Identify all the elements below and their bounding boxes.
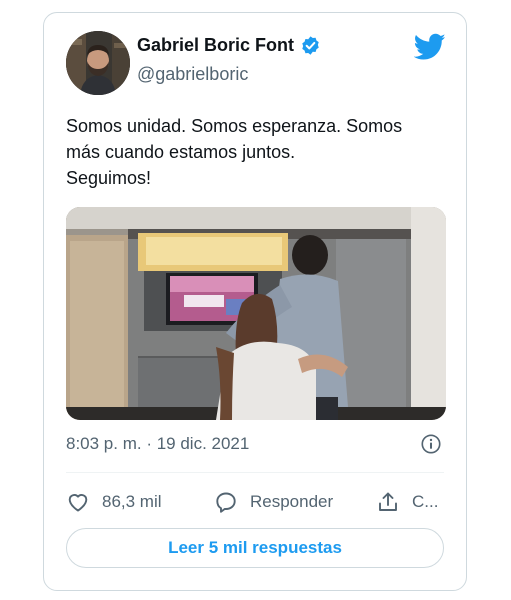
display-name[interactable]: Gabriel Boric Font (137, 35, 294, 56)
divider (66, 472, 444, 473)
heart-icon (66, 490, 90, 514)
tweet-text: Somos unidad. Somos esperanza. Somos más… (66, 113, 456, 191)
tweet-timestamp[interactable]: 8:03 p. m. · 19 dic. 2021 (66, 434, 249, 454)
tweet-card: Gabriel Boric Font @gabrielboric Somos u… (43, 12, 467, 591)
action-bar: 86,3 mil Responder C... (66, 487, 456, 517)
tweet-text-line: más cuando estamos juntos. (66, 142, 296, 162)
like-button[interactable]: 86,3 mil (66, 487, 162, 517)
like-count: 86,3 mil (102, 492, 162, 511)
read-replies-button[interactable]: Leer 5 mil respuestas (66, 528, 444, 568)
comment-bubble-icon (214, 490, 238, 514)
tweet-text-line: Seguimos! (66, 168, 152, 188)
verified-badge-icon (300, 35, 321, 56)
info-icon[interactable] (420, 433, 442, 455)
user-handle[interactable]: @gabrielboric (137, 64, 248, 85)
share-label: C... (412, 492, 439, 511)
name-row: Gabriel Boric Font (137, 35, 321, 56)
twitter-bird-icon[interactable] (414, 33, 446, 61)
share-button[interactable]: C... (376, 487, 438, 517)
tweet-photo[interactable] (66, 207, 446, 420)
avatar[interactable] (66, 31, 130, 95)
tweet-text-line: Somos unidad. Somos esperanza. Somos (66, 116, 403, 136)
share-upload-icon (376, 490, 400, 514)
reply-label: Responder (250, 492, 334, 511)
avatar-photo (66, 31, 130, 95)
reply-button[interactable]: Responder (214, 487, 333, 517)
